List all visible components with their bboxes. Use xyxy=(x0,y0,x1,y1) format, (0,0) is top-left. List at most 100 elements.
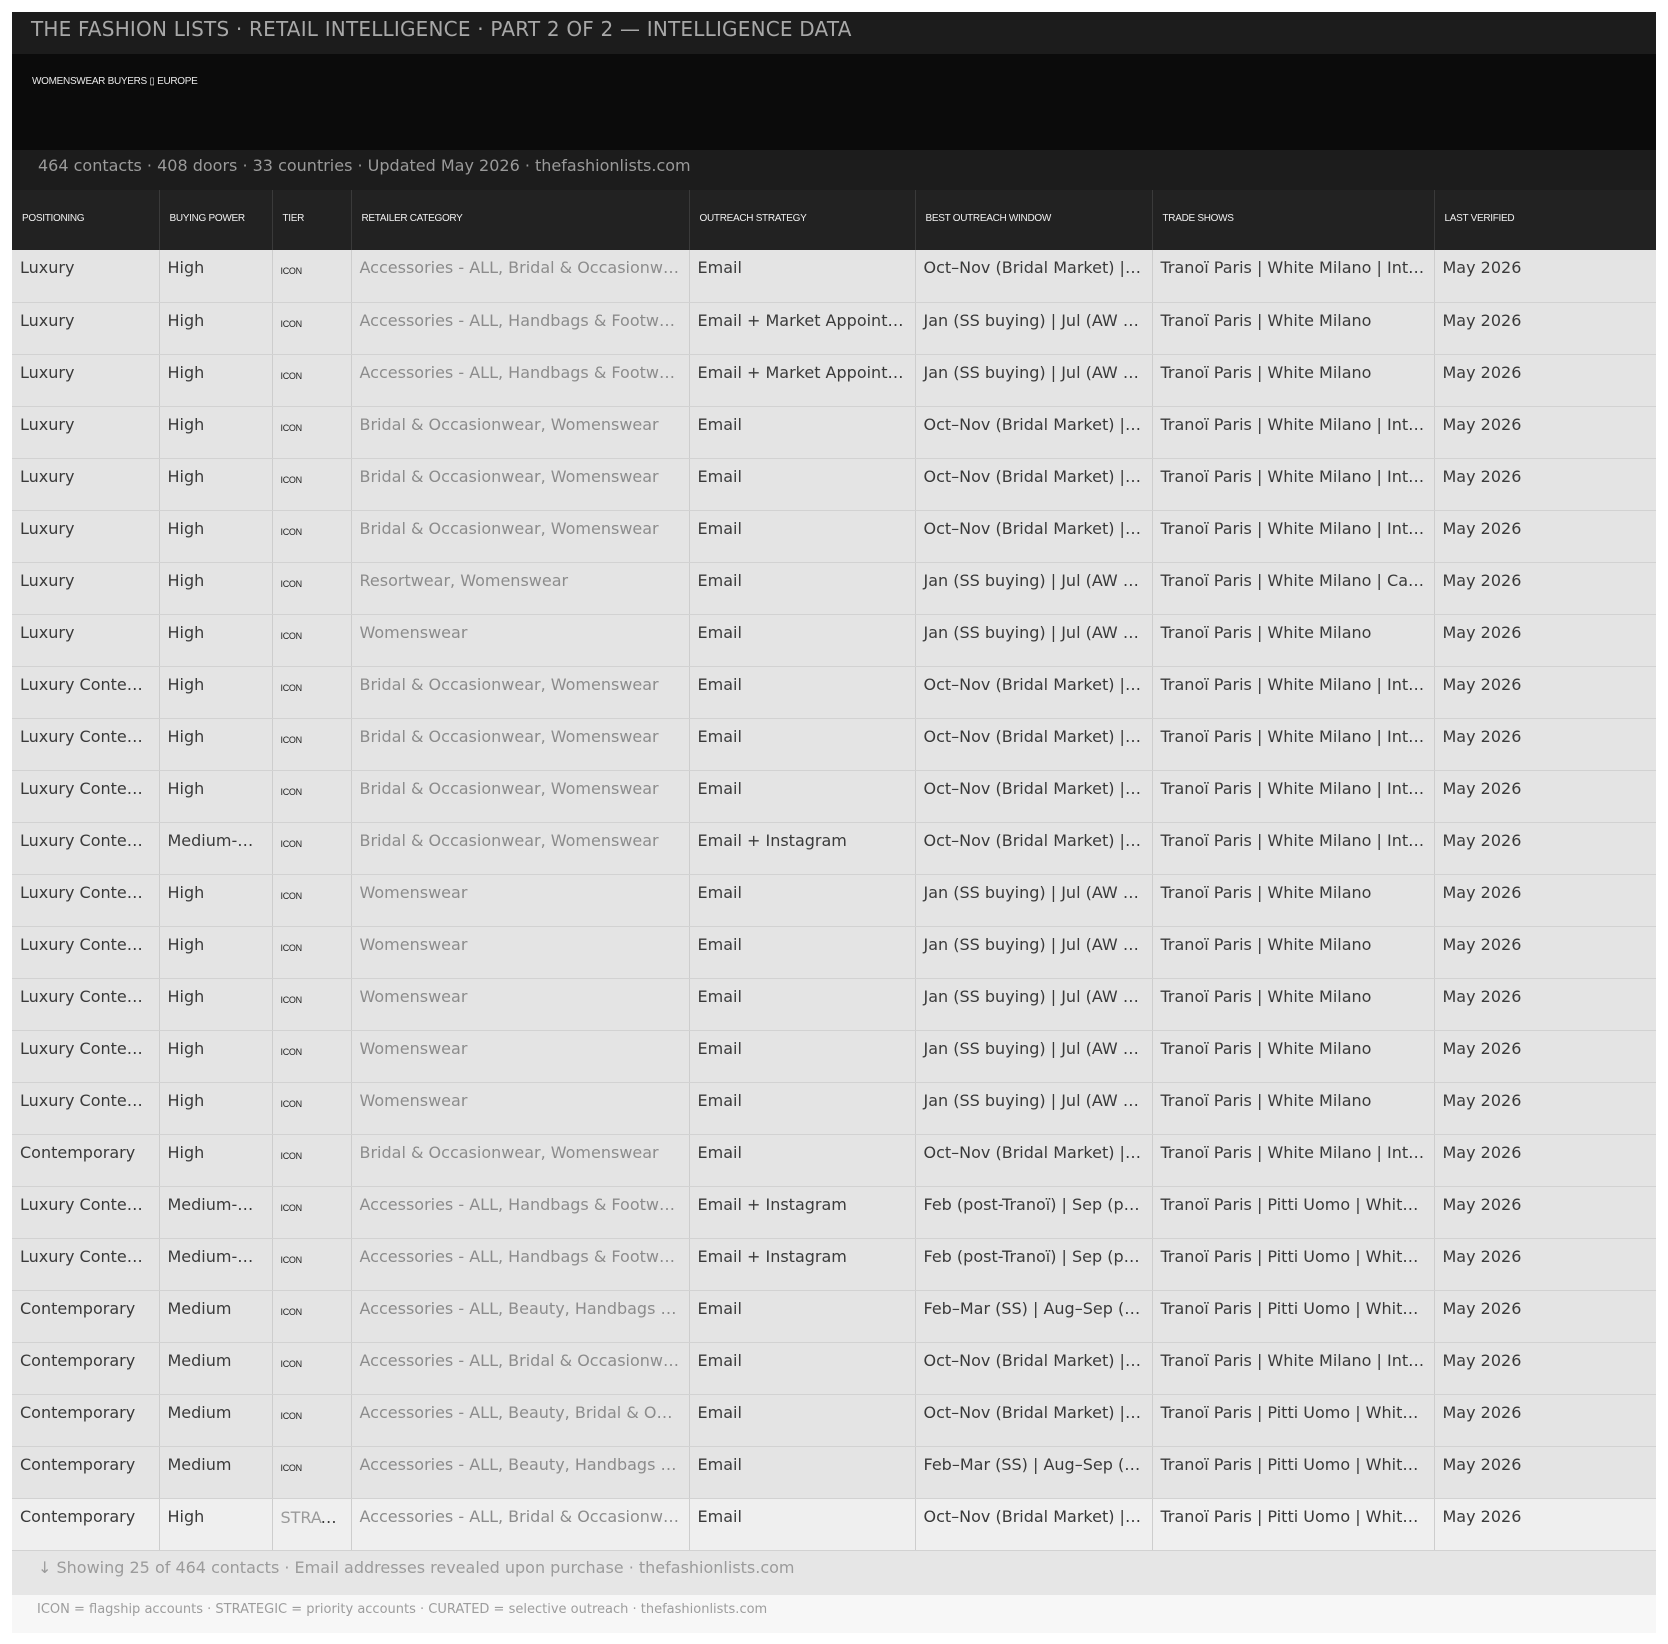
table-row[interactable]: Luxury High ICON Bridal & Occasionwear, Wom… xyxy=(12,406,1656,459)
table-row[interactable]: Luxury High ICON Womenswear Email Jan (SS buy… xyxy=(12,614,1656,667)
table-header-row: POSITIONING BUYING POWER TIER RETAILER C… xyxy=(12,190,1656,250)
outreach-window-cell: Oct–Nov (Bridal Market) | A… xyxy=(915,1134,1153,1187)
last-verified-cell: May 2026 xyxy=(1434,770,1656,823)
table-row[interactable]: Luxury Contem… High ICON Womenswear Email Jan… xyxy=(12,978,1656,1031)
tier-label: ICON xyxy=(280,474,303,485)
last-verified-cell: May 2026 xyxy=(1434,926,1656,979)
positioning-cell: Contemporary xyxy=(12,1394,160,1447)
outreach-window-cell: Jan (SS buying) | Jul (AW bu… xyxy=(915,874,1153,927)
contacts-table: POSITIONING BUYING POWER TIER RETAILER C… xyxy=(12,190,1656,1551)
tier-badge: ICON xyxy=(272,1394,352,1447)
outreach-window-cell: Feb (post-Tranoï) | Sep (pos… xyxy=(915,1186,1153,1239)
table-row[interactable]: Luxury High ICON Bridal & Occasionwear, Wom… xyxy=(12,510,1656,563)
outreach-strategy-cell: Email xyxy=(689,978,916,1031)
buying-power-cell: High xyxy=(159,1134,273,1187)
col-header-last-verified[interactable]: LAST VERIFIED xyxy=(1434,190,1656,250)
positioning-cell: Luxury Contem… xyxy=(12,1030,160,1083)
table-row[interactable]: Luxury Contem… High ICON Bridal & Occasionw… xyxy=(12,718,1656,771)
tier-label: ICON xyxy=(280,942,303,953)
positioning-cell: Luxury xyxy=(12,614,160,667)
tier-badge: ICON xyxy=(272,718,352,771)
buying-power-cell: Medium-Hi… xyxy=(159,822,273,875)
tier-badge: ICON xyxy=(272,1446,352,1499)
tier-badge: STRAT… xyxy=(272,1498,352,1551)
table-row[interactable]: Contemporary Medium ICON Accessories - ALL,… xyxy=(12,1446,1656,1499)
positioning-cell: Luxury Contem… xyxy=(12,666,160,719)
tier-badge: ICON xyxy=(272,1238,352,1291)
retailer-category-cell: Bridal & Occasionwear, Womenswear xyxy=(351,666,690,719)
retailer-category-cell: Accessories - ALL, Bridal & Occasionwear… xyxy=(351,1342,690,1395)
tier-badge: ICON xyxy=(272,1030,352,1083)
report-subtitle: WOMENSWEAR BUYERS ▯ EUROPE xyxy=(32,76,198,87)
positioning-cell: Luxury xyxy=(12,562,160,615)
tier-label: ICON xyxy=(280,994,303,1005)
positioning-cell: Contemporary xyxy=(12,1498,160,1551)
table-row[interactable]: Luxury High ICON Accessories - ALL, Handbag… xyxy=(12,354,1656,407)
tier-label: ICON xyxy=(280,1046,303,1057)
trade-shows-cell: Tranoï Paris | White Milano xyxy=(1152,302,1435,355)
outreach-strategy-cell: Email xyxy=(689,874,916,927)
outreach-strategy-cell: Email xyxy=(689,1134,916,1187)
table-row[interactable]: Luxury High ICON Resortwear, Womenswear Emai… xyxy=(12,562,1656,615)
table-row[interactable]: Luxury High ICON Accessories - ALL, Bridal … xyxy=(12,250,1656,303)
outreach-strategy-cell: Email xyxy=(689,1082,916,1135)
table-row[interactable]: Luxury High ICON Accessories - ALL, Handbag… xyxy=(12,302,1656,355)
tier-badge: ICON xyxy=(272,874,352,927)
last-verified-cell: May 2026 xyxy=(1434,1446,1656,1499)
trade-shows-cell: Tranoï Paris | Pitti Uomo | White … xyxy=(1152,1290,1435,1343)
table-row[interactable]: Luxury Contem… High ICON Bridal & Occasionw… xyxy=(12,770,1656,823)
tier-label: ICON xyxy=(280,630,303,641)
positioning-cell: Luxury Contem… xyxy=(12,1186,160,1239)
outreach-window-cell: Oct–Nov (Bridal Market) | A… xyxy=(915,458,1153,511)
tier-legend: ICON = flagship accounts · STRATEGIC = p… xyxy=(12,1594,1656,1633)
retailer-category-cell: Womenswear xyxy=(351,978,690,1031)
trade-shows-cell: Tranoï Paris | Pitti Uomo | White … xyxy=(1152,1394,1435,1447)
table-row[interactable]: Contemporary Medium ICON Accessories - ALL,… xyxy=(12,1290,1656,1343)
last-verified-cell: May 2026 xyxy=(1434,458,1656,511)
last-verified-cell: May 2026 xyxy=(1434,406,1656,459)
buying-power-cell: High xyxy=(159,614,273,667)
positioning-cell: Luxury xyxy=(12,250,160,303)
tier-label: ICON xyxy=(280,1098,303,1109)
table-row[interactable]: Luxury High ICON Bridal & Occasionwear, Wom… xyxy=(12,458,1656,511)
col-header-retailer-category[interactable]: RETAILER CATEGORY xyxy=(351,190,690,250)
tier-label: STRAT… xyxy=(280,1507,347,1527)
table-row[interactable]: Contemporary Medium ICON Accessories - ALL,… xyxy=(12,1394,1656,1447)
trade-shows-cell: Tranoï Paris | Pitti Uomo | White … xyxy=(1152,1186,1435,1239)
table-row[interactable]: Luxury Contem… Medium-Hi… ICON Accessories … xyxy=(12,1238,1656,1291)
retailer-category-cell: Accessories - ALL, Handbags & Footwear… xyxy=(351,302,690,355)
table-row[interactable]: Luxury Contem… High ICON Womenswear Email Jan… xyxy=(12,874,1656,927)
col-header-buying-power[interactable]: BUYING POWER xyxy=(159,190,273,250)
trade-shows-cell: Tranoï Paris | White Milano | Inter… xyxy=(1152,770,1435,823)
last-verified-cell: May 2026 xyxy=(1434,978,1656,1031)
table-row[interactable]: Contemporary Medium ICON Accessories - ALL,… xyxy=(12,1342,1656,1395)
table-row[interactable]: Luxury Contem… High ICON Womenswear Email Jan… xyxy=(12,926,1656,979)
table-row[interactable]: Luxury Contem… High ICON Bridal & Occasionw… xyxy=(12,666,1656,719)
tier-badge: ICON xyxy=(272,458,352,511)
tier-label: ICON xyxy=(280,422,303,433)
table-row[interactable]: Contemporary High STRAT… Accessories - ALL,… xyxy=(12,1498,1656,1551)
buying-power-cell: High xyxy=(159,1498,273,1551)
col-header-positioning[interactable]: POSITIONING xyxy=(12,190,160,250)
trade-shows-cell: Tranoï Paris | White Milano xyxy=(1152,1030,1435,1083)
last-verified-cell: May 2026 xyxy=(1434,1030,1656,1083)
buying-power-cell: High xyxy=(159,874,273,927)
table-row[interactable]: Luxury Contem… Medium-Hi… ICON Accessories … xyxy=(12,1186,1656,1239)
retailer-category-cell: Bridal & Occasionwear, Womenswear xyxy=(351,770,690,823)
col-header-tier[interactable]: TIER xyxy=(272,190,352,250)
retailer-category-cell: Womenswear xyxy=(351,926,690,979)
last-verified-cell: May 2026 xyxy=(1434,1238,1656,1291)
col-header-outreach-strategy[interactable]: OUTREACH STRATEGY xyxy=(689,190,916,250)
tier-badge: ICON xyxy=(272,354,352,407)
outreach-window-cell: Jan (SS buying) | Jul (AW bu… xyxy=(915,302,1153,355)
table-row[interactable]: Luxury Contem… Medium-Hi… ICON Bridal & Occ… xyxy=(12,822,1656,875)
table-row[interactable]: Luxury Contem… High ICON Womenswear Email Jan… xyxy=(12,1030,1656,1083)
table-row[interactable]: Contemporary High ICON Bridal & Occasionwea… xyxy=(12,1134,1656,1187)
retailer-category-cell: Accessories - ALL, Handbags & Footwear… xyxy=(351,1238,690,1291)
col-header-best-outreach-window[interactable]: BEST OUTREACH WINDOW xyxy=(915,190,1153,250)
retailer-category-cell: Womenswear xyxy=(351,1082,690,1135)
trade-shows-cell: Tranoï Paris | White Milano | Inter… xyxy=(1152,406,1435,459)
col-header-trade-shows[interactable]: TRADE SHOWS xyxy=(1152,190,1435,250)
buying-power-cell: High xyxy=(159,250,273,303)
table-row[interactable]: Luxury Contem… High ICON Womenswear Email Jan… xyxy=(12,1082,1656,1135)
